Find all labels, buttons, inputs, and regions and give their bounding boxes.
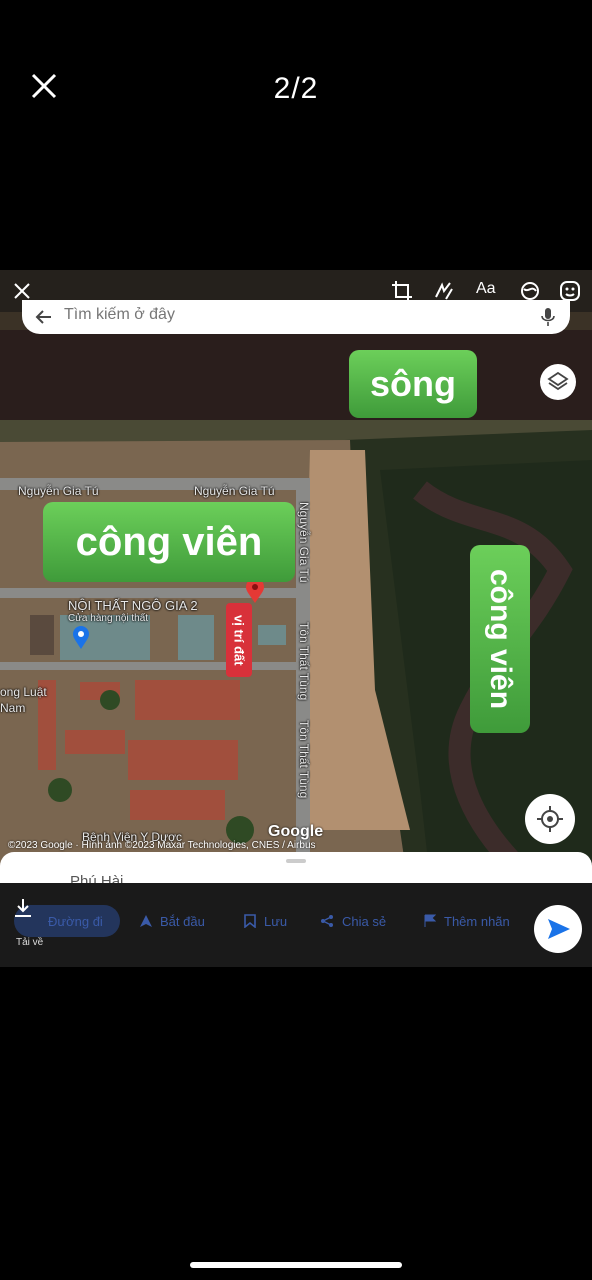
road-label: Nguyễn Gia Tú: [194, 484, 275, 498]
image-counter: 2/2: [273, 72, 319, 105]
save-button[interactable]: Lưu: [244, 905, 287, 937]
road-label: Tôn Thất Tùng: [297, 720, 311, 799]
land-location-tag: vị trí đất: [226, 603, 252, 677]
back-arrow-icon[interactable]: [34, 307, 54, 327]
save-label: Lưu: [264, 913, 288, 929]
home-indicator[interactable]: [190, 1262, 402, 1268]
start-button[interactable]: Bắt đầu: [140, 905, 205, 937]
layers-button[interactable]: [540, 364, 576, 400]
road-label: Nguyễn Gia Tú: [18, 484, 99, 498]
send-button[interactable]: [534, 905, 582, 953]
google-logo: Google: [268, 823, 324, 840]
place-sheet[interactable]: Phú Hài: [0, 852, 592, 890]
place-label: Nam: [0, 701, 26, 715]
my-location-icon: [537, 806, 563, 832]
place-label: ong Luật: [0, 685, 47, 699]
add-label-button[interactable]: Thêm nhãn: [424, 905, 510, 937]
navigation-icon: [140, 915, 152, 927]
map-copyright: ©2023 Google · Hình ảnh ©2023 Maxar Tech…: [8, 840, 316, 851]
download-label[interactable]: Tải về: [16, 937, 43, 948]
search-bar[interactable]: Tìm kiếm ở đây: [22, 300, 570, 334]
place-sublabel: Cửa hàng nội thất: [68, 613, 149, 624]
flag-icon: [424, 914, 436, 927]
sheet-handle[interactable]: [286, 859, 306, 863]
mic-icon[interactable]: [540, 307, 556, 327]
park-annotation-left: công viên: [43, 502, 295, 582]
share-button[interactable]: Chia sẻ: [320, 905, 386, 937]
send-icon: [548, 919, 570, 939]
search-placeholder: Tìm kiếm ở đây: [64, 306, 175, 323]
start-label: Bắt đầu: [160, 913, 205, 929]
bookmark-icon: [244, 914, 256, 928]
place-label[interactable]: NỘI THẤT NGÔ GIA 2: [68, 598, 198, 613]
directions-button[interactable]: Đường đi: [14, 899, 120, 937]
my-location-button[interactable]: [525, 794, 575, 844]
share-icon: [321, 915, 333, 927]
text-icon[interactable]: Aa: [476, 280, 496, 298]
action-bar: Đường đi Tải về Bắt đầu Lưu Chia sẻ Thêm…: [0, 883, 592, 967]
layers-icon: [547, 371, 569, 391]
park-annotation-right-text: công viên: [484, 568, 517, 710]
directions-label: Đường đi: [48, 913, 103, 929]
map-pin-icon[interactable]: [72, 626, 90, 650]
park-annotation-right: công viên: [470, 545, 530, 733]
land-location-text: vị trí đất: [231, 614, 247, 666]
road-label: Nguyễn Gia Tú: [297, 502, 311, 583]
share-label: Chia sẻ: [342, 913, 387, 929]
shared-screenshot: Aa Tìm kiếm ở đây Nguyễn Gia Tú Nguyễn G…: [0, 270, 592, 967]
river-annotation: sông: [349, 350, 477, 418]
download-icon: [15, 899, 31, 917]
road-label: Tôn Thất Tùng: [297, 622, 311, 701]
add-label-label: Thêm nhãn: [444, 913, 510, 929]
